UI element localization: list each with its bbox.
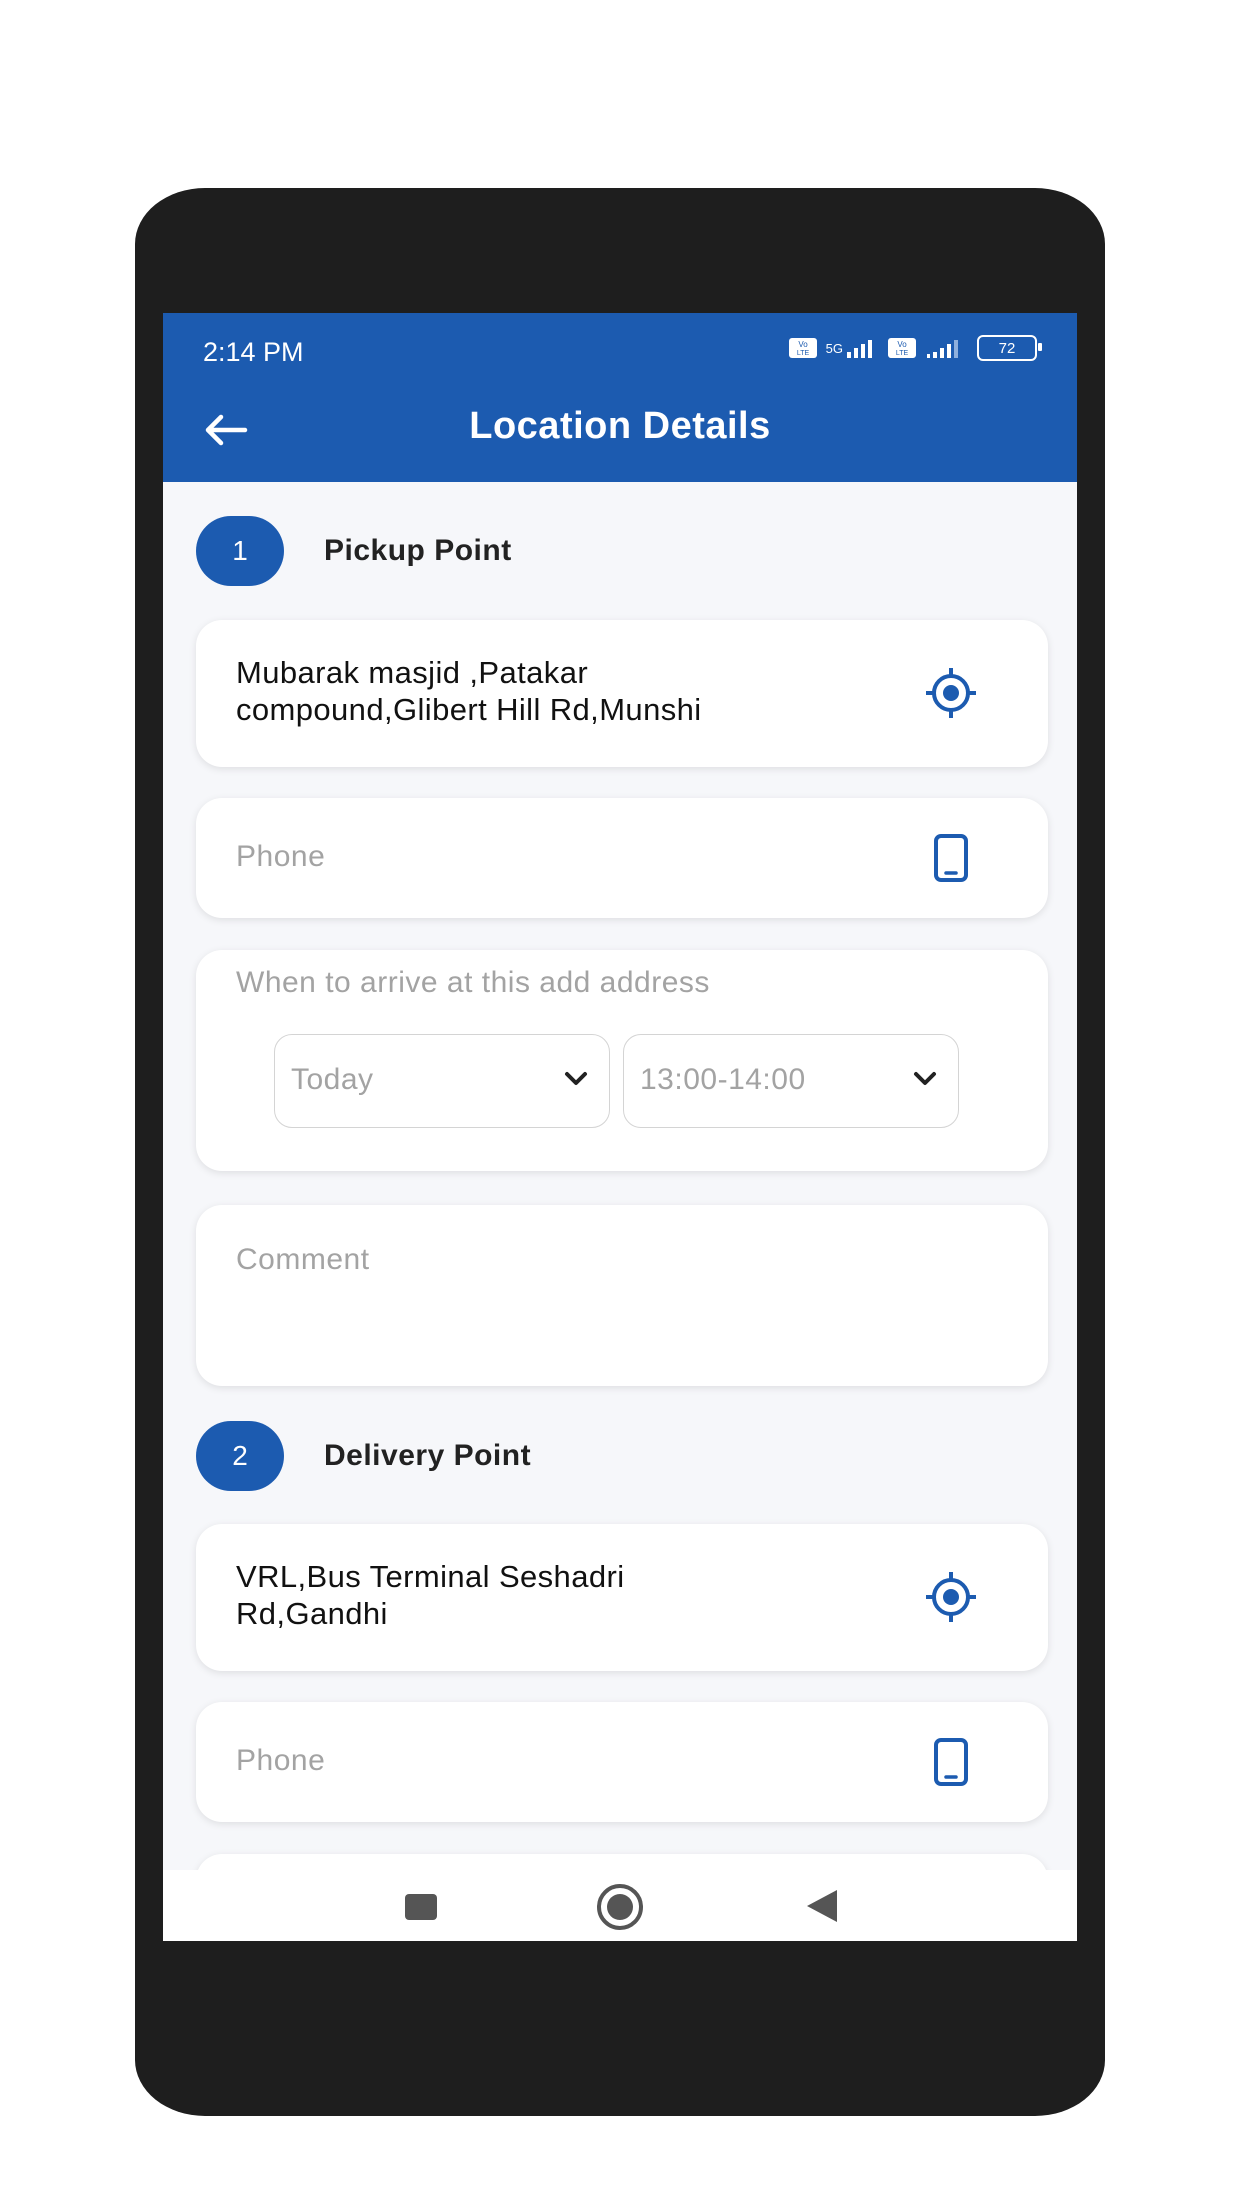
signal-bars-icon [927, 340, 958, 358]
volte-icon: Vo LTE [888, 338, 916, 358]
delivery-address-text: VRL,Bus Terminal Seshadri Rd,Gandhi [236, 1559, 625, 1631]
smartphone-icon [934, 1738, 968, 1786]
delivery-step-header: 2 Delivery Point [196, 1421, 531, 1491]
svg-text:LTE: LTE [896, 350, 909, 357]
pickup-step-number: 1 [196, 516, 284, 586]
chevron-down-icon [914, 1072, 936, 1085]
app-screen: 2:14 PM Vo LTE 5G Vo LTE 72 Location Det… [163, 313, 1077, 1941]
day-select-value: Today [291, 1063, 374, 1096]
crosshair-icon[interactable] [924, 666, 978, 720]
system-nav-bar [163, 1870, 1077, 1941]
back-triangle-icon[interactable] [803, 1886, 843, 1926]
network-label: 5G [825, 340, 843, 356]
crosshair-icon[interactable] [924, 1570, 978, 1624]
chevron-down-icon [565, 1072, 587, 1085]
svg-text:Vo: Vo [798, 340, 808, 349]
time-slot-select[interactable]: 13:00-14:00 [623, 1034, 959, 1128]
pickup-step-header: 1 Pickup Point [196, 516, 512, 586]
time-slot-value: 13:00-14:00 [640, 1063, 806, 1096]
app-bar: 2:14 PM Vo LTE 5G Vo LTE 72 Location Det… [163, 313, 1077, 482]
delivery-step-number: 2 [196, 1421, 284, 1491]
recents-square-icon[interactable] [403, 1892, 439, 1922]
smartphone-icon [934, 834, 968, 882]
arrival-time-card: When to arrive at this add address Today… [196, 950, 1048, 1171]
pickup-phone-placeholder: Phone [236, 840, 326, 873]
volte-icon: Vo LTE [788, 338, 817, 358]
comment-field[interactable]: Comment [196, 1205, 1048, 1386]
comment-placeholder: Comment [236, 1243, 370, 1276]
status-time: 2:14 PM [203, 337, 304, 367]
battery-level: 72 [998, 339, 1016, 357]
delivery-phone-placeholder: Phone [236, 1744, 326, 1777]
day-select[interactable]: Today [274, 1034, 610, 1128]
pickup-phone-field[interactable]: Phone [196, 798, 1048, 918]
delivery-step-label: Delivery Point [324, 1439, 532, 1472]
svg-text:Vo: Vo [897, 340, 907, 349]
battery-icon: 72 [977, 335, 1042, 361]
pickup-address-text: Mubarak masjid ,Patakar compound,Glibert… [236, 655, 702, 727]
page-title: Location Details [469, 405, 771, 447]
delivery-phone-field[interactable]: Phone [196, 1702, 1048, 1822]
svg-text:LTE: LTE [796, 350, 809, 357]
pickup-step-label: Pickup Point [324, 534, 512, 567]
delivery-address-field[interactable]: VRL,Bus Terminal Seshadri Rd,Gandhi [196, 1524, 1048, 1671]
signal-bars-icon [847, 340, 872, 358]
pickup-address-field[interactable]: Mubarak masjid ,Patakar compound,Glibert… [196, 620, 1048, 767]
home-circle-icon[interactable] [594, 1881, 646, 1933]
status-icons: Vo LTE 5G Vo LTE 72 [788, 335, 1042, 361]
arrival-time-label: When to arrive at this add address [236, 966, 710, 999]
